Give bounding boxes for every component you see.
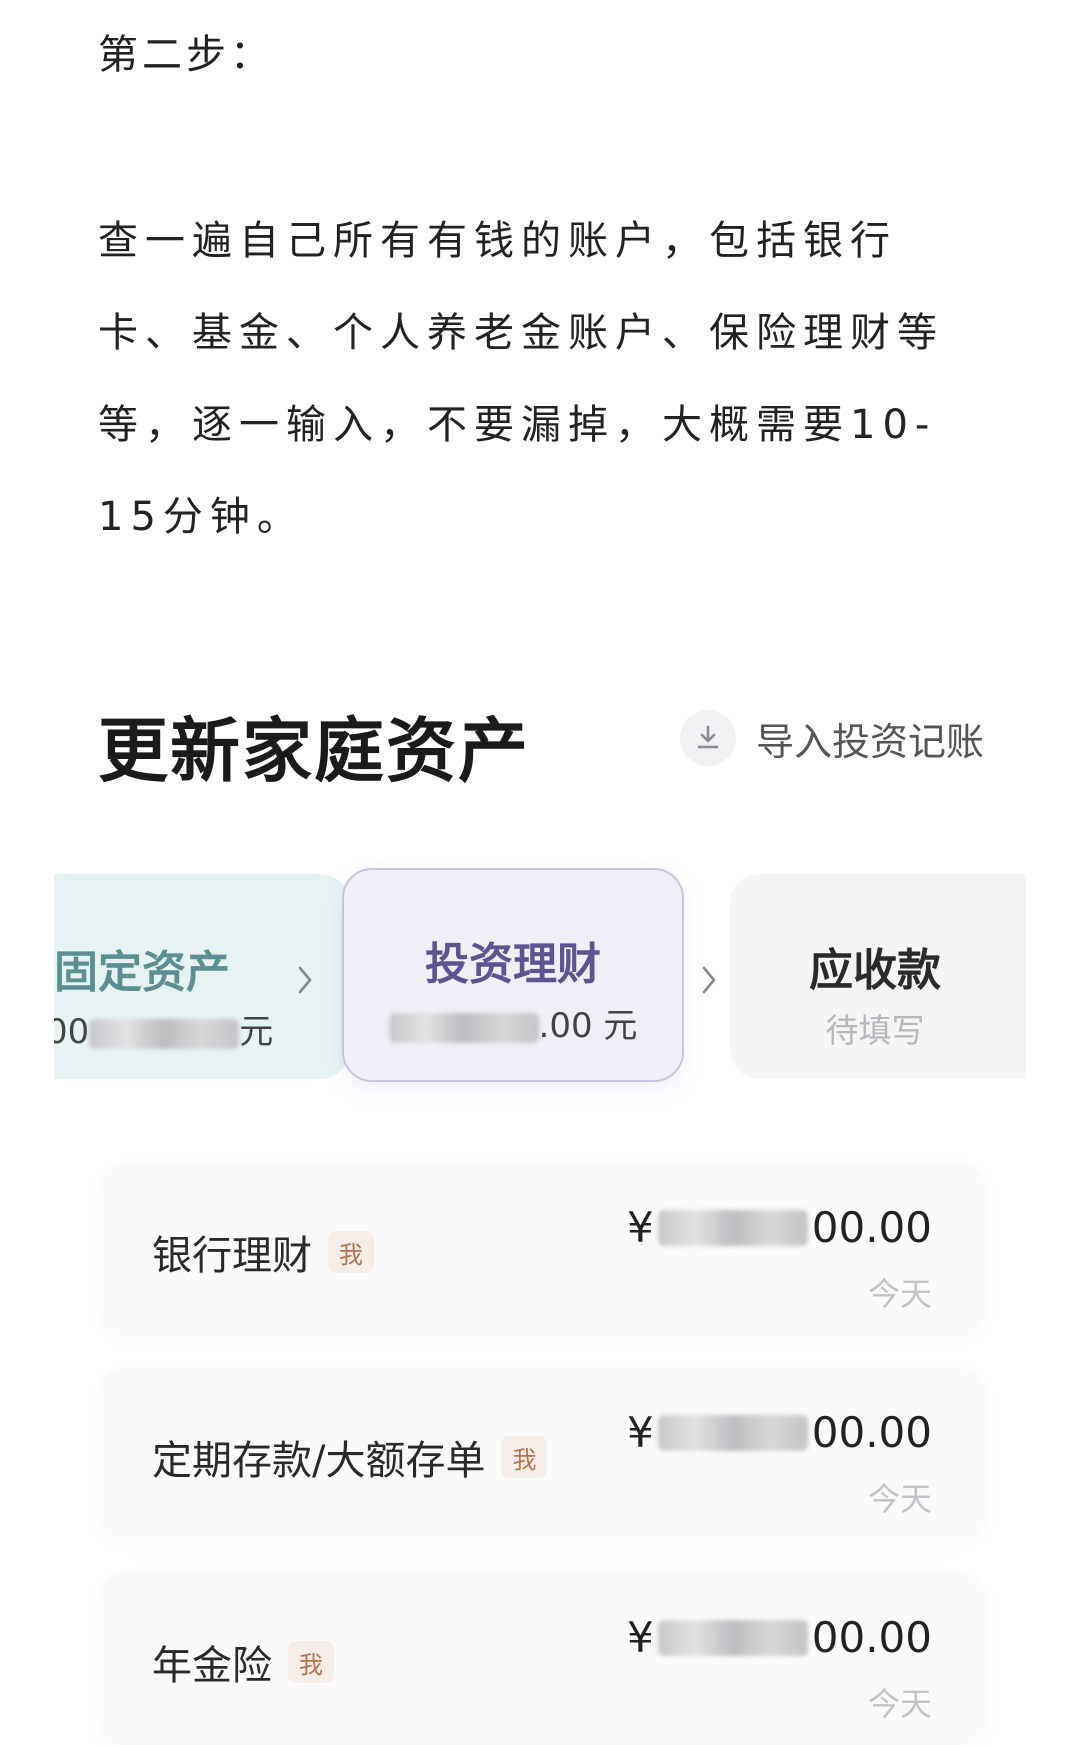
account-name: 定期存款/大额存单 [152,1438,486,1484]
masked-amount [89,1018,240,1049]
instruction-paragraph: 查一遍自己所有有钱的账户，包括银行 卡、基金、个人养老金账户、保险理财等 等，逐… [98,195,988,563]
account-name: 年金险 [152,1643,272,1689]
import-investment-button[interactable]: 导入投资记账 [680,710,984,766]
category-card-investment[interactable]: 投资理财 .00 元 [342,868,684,1082]
category-card-receivables[interactable]: 应收款 待填写 [730,874,1026,1079]
account-row-fixed-deposit[interactable]: 定期存款/大额存单 我 ¥00.00 今天 [98,1368,986,1540]
category-name: 应收款 [809,945,941,996]
category-status: 待填写 [825,1011,925,1050]
account-name: 银行理财 [152,1233,312,1279]
owner-badge: 我 [328,1231,374,1273]
owner-badge: 我 [288,1641,334,1683]
asset-category-carousel[interactable]: 固定资产 00 元 投资理财 .00 元 应收款 待填写 [54,860,1026,1110]
paragraph-line: 等，逐一输入，不要漏掉，大概需要10- [98,402,937,448]
account-amount: ¥00.00 [627,1613,932,1662]
account-amount: ¥00.00 [627,1203,932,1252]
paragraph-line: 查一遍自己所有有钱的账户，包括银行 [98,218,897,264]
account-row-annuity-insurance[interactable]: 年金险 我 ¥00.00 今天 [98,1573,986,1745]
masked-amount [657,1619,808,1656]
import-investment-label: 导入投资记账 [756,719,985,764]
masked-amount [657,1209,808,1246]
download-icon [680,710,736,766]
category-value: .00 元 [344,998,682,1047]
masked-amount [388,1012,539,1043]
paragraph-line: 15分钟。 [98,494,304,540]
owner-badge: 我 [501,1436,548,1478]
masked-amount [657,1414,808,1451]
chevron-right-icon [298,966,312,994]
category-name: 投资理财 [425,939,601,990]
account-amount: ¥00.00 [627,1408,932,1457]
page-title: 更新家庭资产 [98,710,530,792]
step-title: 第二步： [98,32,274,78]
account-date: 今天 [867,1685,932,1723]
account-date: 今天 [867,1480,932,1518]
account-date: 今天 [867,1275,932,1313]
category-value: 00 元 [54,1012,274,1052]
paragraph-line: 卡、基金、个人养老金账户、保险理财等 [98,310,944,356]
account-row-bank-wealth[interactable]: 银行理财 我 ¥00.00 今天 [98,1163,986,1335]
